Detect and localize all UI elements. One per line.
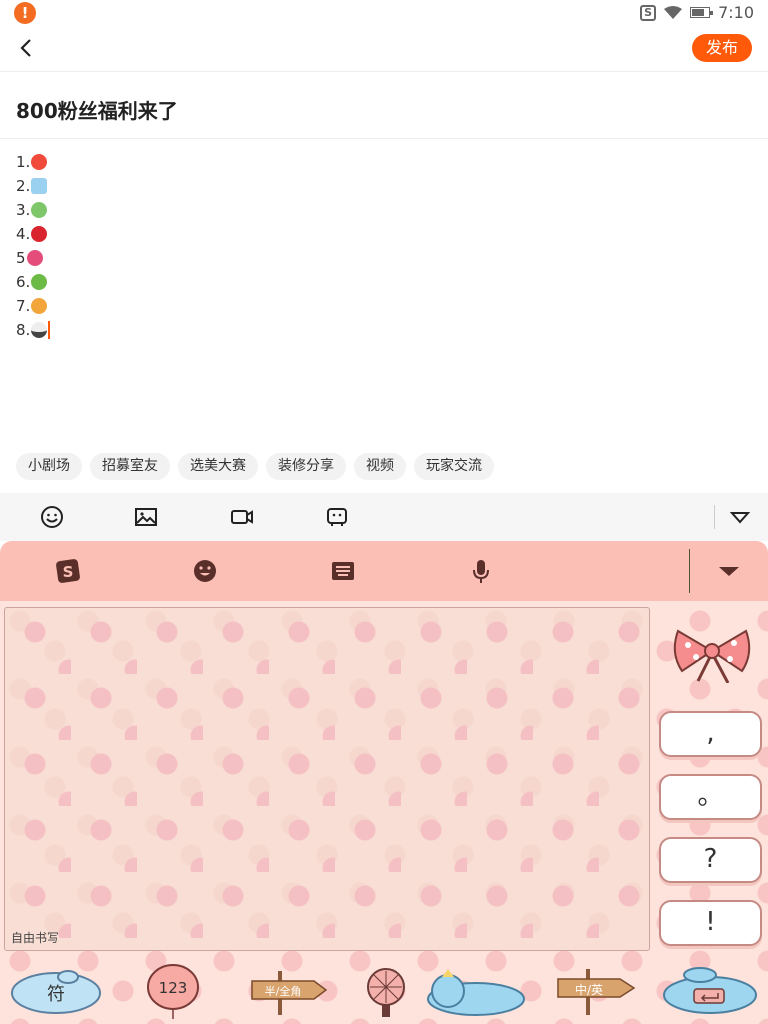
handwriting-label: 自由书写 — [11, 931, 60, 945]
topic-tags: 小剧场 招募室友 选美大赛 装修分享 视频 玩家交流 — [16, 453, 494, 480]
list-item: 6. — [16, 270, 50, 294]
line-prefix: 8. — [16, 321, 31, 339]
balloon-emoji-icon — [31, 154, 48, 170]
baby-bottle-emoji-icon — [31, 178, 48, 194]
question-key[interactable]: ? — [659, 837, 762, 883]
bow-decoration-icon — [673, 629, 751, 683]
status-icons: S 7:10 — [640, 3, 754, 22]
sogou-logo-icon[interactable]: S — [54, 557, 82, 585]
image-icon[interactable] — [134, 505, 158, 529]
line-prefix: 2. — [16, 177, 31, 195]
fan-and-sea-creature-icon — [367, 968, 525, 1017]
content-editor[interactable]: 1. 2. 3. 4. 5 6. 7. 8. — [16, 150, 51, 342]
numbers-key[interactable]: 123 — [146, 963, 200, 1019]
period-key[interactable]: 。 — [659, 774, 762, 820]
status-time: 7:10 — [718, 3, 754, 22]
keyboard-icon[interactable] — [329, 557, 357, 585]
line-prefix: 1. — [16, 153, 31, 171]
status-bar: ! S 7:10 — [0, 0, 768, 26]
half-full-key-label: 半/全角 — [264, 985, 302, 998]
list-item: 1. — [16, 150, 50, 174]
cn-en-key-label: 中/英 — [574, 982, 604, 997]
line-prefix: 7. — [16, 297, 31, 315]
symbols-key[interactable]: 符 — [8, 963, 104, 1015]
game-icon[interactable] — [325, 505, 349, 529]
ime-top-bar: S — [0, 541, 768, 601]
back-icon[interactable] — [16, 36, 38, 60]
list-item: 2. — [16, 174, 50, 198]
alert-icon: ! — [14, 2, 36, 24]
video-icon[interactable] — [230, 505, 254, 529]
svg-text:S: S — [63, 563, 74, 581]
symbols-key-label: 符 — [47, 984, 65, 1005]
half-full-width-key[interactable]: 半/全角 — [250, 963, 330, 1015]
space-key[interactable] — [356, 963, 526, 1019]
ime-bottom-row: 符 123 半/全角 中/英 — [0, 955, 768, 1024]
line-prefix: 6. — [16, 273, 31, 291]
tag-chip[interactable]: 小剧场 — [16, 453, 82, 480]
emoji-icon[interactable] — [40, 505, 64, 529]
tag-chip[interactable]: 装修分享 — [266, 453, 346, 480]
list-item: 5 — [16, 246, 50, 270]
line-prefix: 3. — [16, 201, 31, 219]
title-field[interactable]: 800粉丝福利来了 — [0, 73, 768, 139]
leaf-emoji-icon — [31, 202, 48, 218]
bouquet-emoji-icon — [31, 298, 48, 314]
enter-bunny-icon — [663, 967, 757, 1014]
list-item: 8. — [16, 318, 51, 342]
editor-toolbar — [0, 493, 768, 541]
list-item: 3. — [16, 198, 50, 222]
handwriting-pad[interactable]: 自由书写 — [4, 607, 650, 951]
comma-key[interactable]: , — [659, 711, 762, 757]
wifi-icon — [664, 5, 683, 19]
battery-icon — [690, 7, 714, 18]
cn-en-switch-key[interactable]: 中/英 — [556, 963, 636, 1015]
line-prefix: 5 — [16, 249, 26, 267]
sogou-status-icon: S — [640, 4, 657, 21]
post-title: 800粉丝福利来了 — [16, 99, 178, 123]
list-item: 7. — [16, 294, 50, 318]
frog-emoji-icon — [31, 274, 48, 290]
exclamation-key[interactable]: ! — [659, 900, 762, 946]
tag-chip[interactable]: 视频 — [354, 453, 406, 480]
ime-divider — [689, 549, 690, 593]
toolbar-divider — [714, 505, 715, 529]
cherries-emoji-icon — [31, 226, 48, 242]
list-item: 4. — [16, 222, 50, 246]
top-nav: 发布 — [0, 26, 768, 72]
microphone-icon[interactable] — [467, 557, 495, 585]
collapse-icon[interactable] — [728, 505, 752, 529]
tag-chip[interactable]: 选美大赛 — [178, 453, 258, 480]
line-prefix: 4. — [16, 225, 31, 243]
emoji-keyboard-icon[interactable] — [191, 557, 219, 585]
tag-chip[interactable]: 玩家交流 — [414, 453, 494, 480]
tag-chip[interactable]: 招募室友 — [90, 453, 170, 480]
rice-ball-emoji-icon — [31, 322, 48, 338]
numbers-key-label: 123 — [158, 979, 188, 997]
publish-button[interactable]: 发布 — [692, 34, 752, 62]
enter-key[interactable] — [660, 963, 760, 1015]
tulip-emoji-icon — [26, 250, 43, 266]
hide-keyboard-icon[interactable] — [715, 557, 743, 585]
text-cursor — [48, 321, 51, 339]
